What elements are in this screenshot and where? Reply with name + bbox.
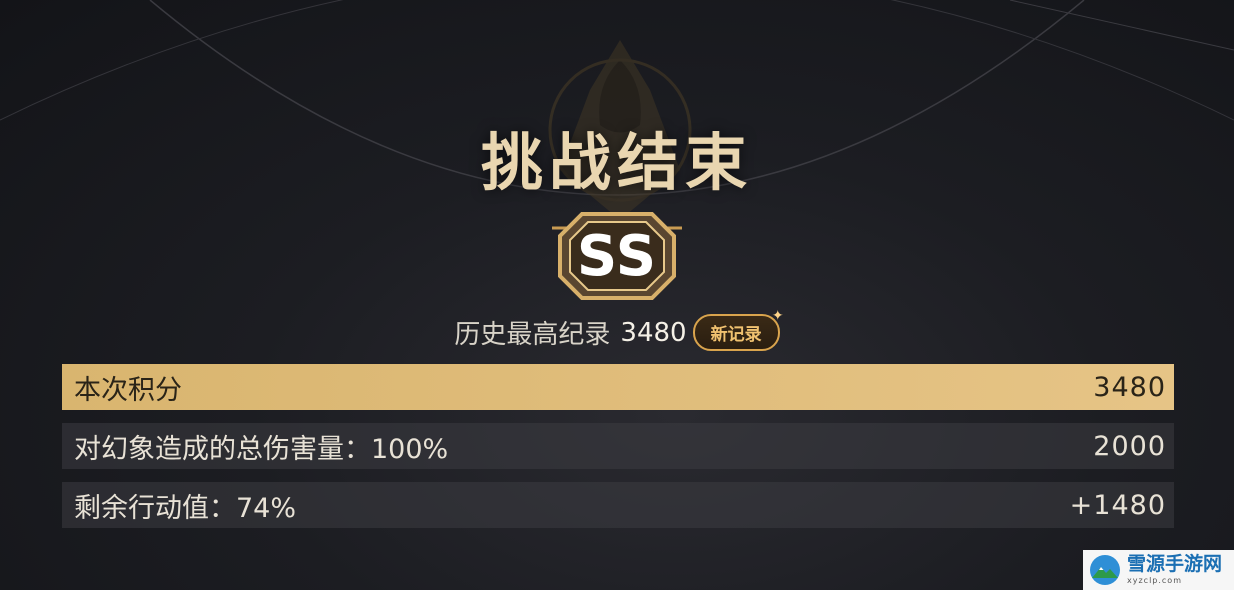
new-record-badge-label: 新记录 bbox=[710, 325, 762, 345]
watermark-url: xyzclp.com bbox=[1127, 576, 1182, 585]
score-row-label: 剩余行动值：74% bbox=[74, 492, 297, 524]
best-record-value: 3480 bbox=[620, 317, 687, 348]
score-breakdown: 本次积分 3480 对幻象造成的总伤害量：100% 2000 剩余行动值：74%… bbox=[62, 364, 1174, 541]
rank-grade: SS bbox=[576, 224, 658, 289]
sparkle-icon: ✦ bbox=[771, 308, 784, 324]
score-row-value: 3480 bbox=[1093, 371, 1166, 403]
score-row-label: 对幻象造成的总伤害量：100% bbox=[74, 433, 449, 465]
score-row-damage: 对幻象造成的总伤害量：100% 2000 bbox=[62, 423, 1174, 469]
challenge-end-title: 挑战结束 bbox=[480, 126, 753, 199]
site-watermark: 雪源手游网 xyzclp.com bbox=[1083, 550, 1234, 590]
score-row-remaining-action: 剩余行动值：74% +1480 bbox=[62, 482, 1174, 528]
new-record-badge: 新记录 ✦ bbox=[692, 308, 784, 351]
score-row-value: +1480 bbox=[1069, 489, 1166, 521]
score-row-label: 本次积分 bbox=[74, 374, 182, 406]
best-record-label: 历史最高纪录 bbox=[454, 320, 611, 350]
score-row-total: 本次积分 3480 bbox=[62, 364, 1174, 410]
watermark-name: 雪源手游网 bbox=[1127, 553, 1223, 575]
mountain-logo-icon bbox=[1090, 555, 1120, 585]
score-row-value: 2000 bbox=[1093, 430, 1166, 462]
best-record: 历史最高纪录 3480 新记录 ✦ bbox=[0, 308, 1234, 351]
rank-badge: SS bbox=[524, 206, 710, 306]
